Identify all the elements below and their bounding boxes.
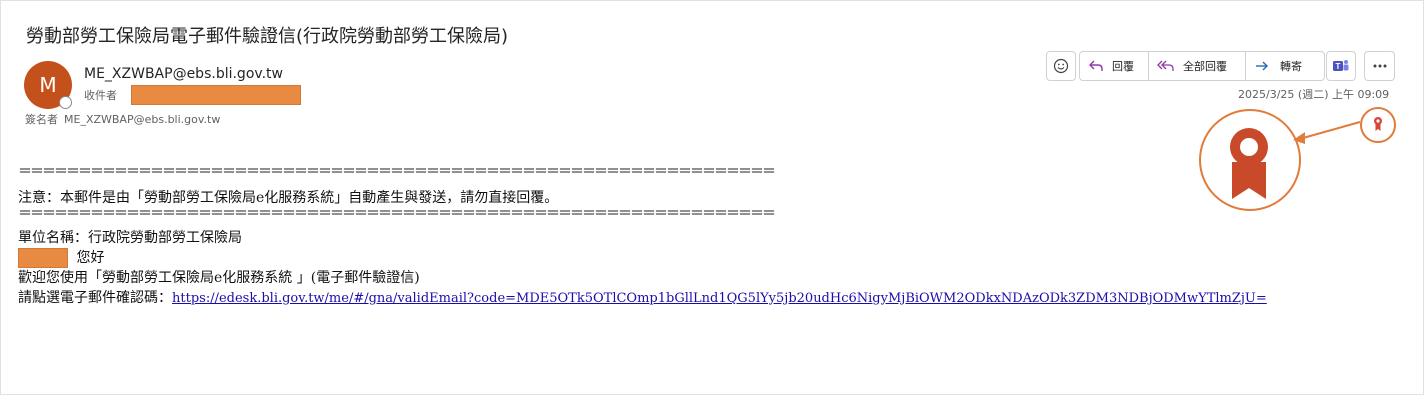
email-body: ＝＝＝＝＝＝＝＝＝＝＝＝＝＝＝＝＝＝＝＝＝＝＝＝＝＝＝＝＝＝＝＝＝＝＝＝＝＝＝＝… [18, 166, 1267, 308]
reply-all-icon [1157, 60, 1174, 71]
verified-sender-icon[interactable] [1374, 117, 1382, 131]
separator-line: ＝＝＝＝＝＝＝＝＝＝＝＝＝＝＝＝＝＝＝＝＝＝＝＝＝＝＝＝＝＝＝＝＝＝＝＝＝＝＝＝… [18, 166, 776, 178]
svg-text:T: T [1336, 62, 1341, 71]
forward-button[interactable]: 轉寄 [1246, 52, 1324, 80]
sender-address[interactable]: ME_XZWBAP@ebs.bli.gov.tw [84, 66, 283, 82]
annotation-arrow [1302, 121, 1361, 139]
signed-by: 簽名者 ME_XZWBAP@ebs.bli.gov.tw [25, 113, 221, 126]
emoji-reaction-button[interactable] [1046, 51, 1076, 81]
teams-icon: T [1333, 60, 1349, 71]
greeting-line: 您好 [18, 248, 1267, 268]
reply-icon [1089, 60, 1103, 71]
more-icon [1373, 64, 1386, 68]
to-label: 收件者 [84, 89, 117, 102]
redacted-recipient [131, 85, 301, 105]
redacted-name [18, 248, 68, 268]
email-subject: 勞動部勞工保險局電子郵件驗證信(行政院勞動部勞工保險局) [26, 26, 509, 47]
reply-all-button[interactable]: 全部回覆 [1149, 52, 1246, 80]
welcome-text: 歡迎您使用「勞動部勞工保險局e化服務系統 」(電子郵件驗證信) [18, 270, 420, 286]
presence-status-icon [59, 96, 72, 109]
notice-text: 注意：本郵件是由「勞動部勞工保險局e化服務系統」自動產生與發送，請勿直接回覆。 [18, 190, 559, 206]
unit-name: 單位名稱：行政院勞動部勞工保險局 [18, 230, 242, 246]
verification-link[interactable]: https://edesk.bli.gov.tw/me/#/gna/validE… [172, 291, 1267, 306]
separator-line: ＝＝＝＝＝＝＝＝＝＝＝＝＝＝＝＝＝＝＝＝＝＝＝＝＝＝＝＝＝＝＝＝＝＝＝＝＝＝＝＝… [18, 208, 776, 220]
more-actions-button[interactable] [1364, 51, 1395, 81]
reply-toolbar: 回覆 全部回覆 轉寄 [1079, 51, 1325, 81]
reply-button[interactable]: 回覆 [1080, 52, 1149, 80]
verification-line: 請點選電子郵件確認碼：https://edesk.bli.gov.tw/me/#… [18, 290, 1267, 306]
smiley-icon [1053, 58, 1069, 74]
teams-share-button[interactable]: T [1326, 51, 1356, 81]
forward-icon [1256, 61, 1268, 71]
